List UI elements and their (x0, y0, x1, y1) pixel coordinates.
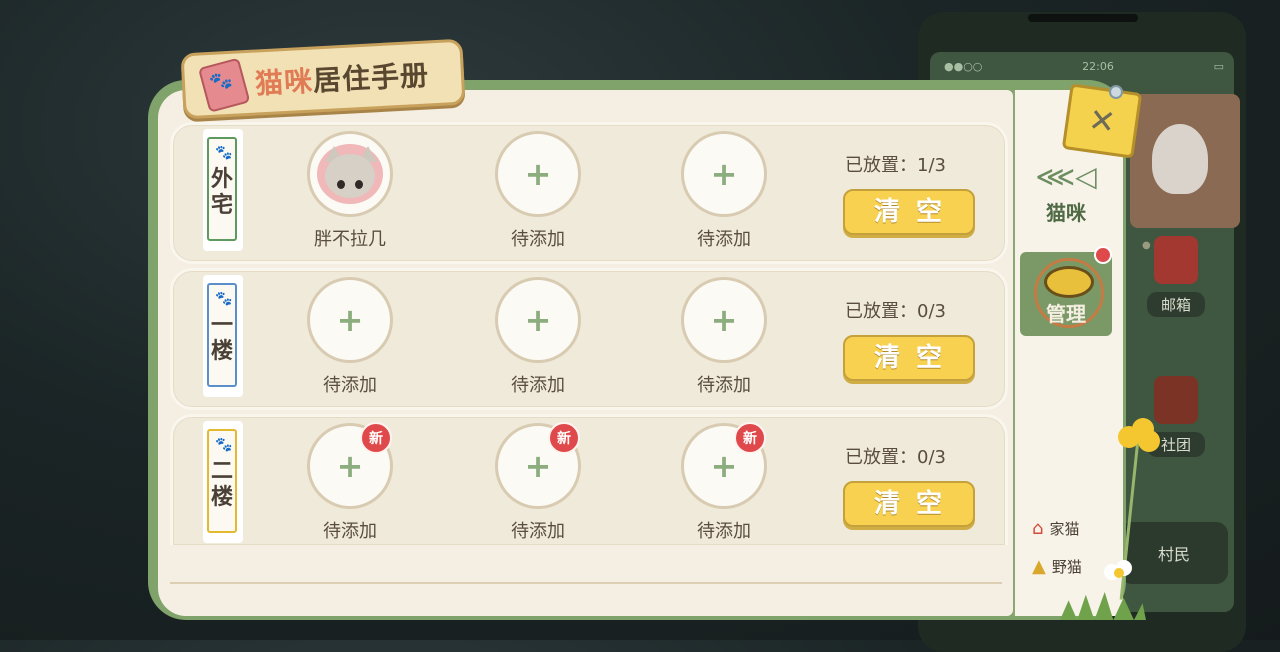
clear-button[interactable]: 清空 (843, 335, 975, 381)
cat-portrait (317, 144, 383, 204)
floor-row-first: 🐾 一楼 + 待添加 + 待添加 + 待添加 已放置：0/3 清空 (170, 268, 1008, 410)
clear-button[interactable]: 清空 (843, 189, 975, 235)
floor-tag-frame: 🐾 外宅 (207, 137, 237, 241)
empty-slot[interactable]: + 待添加 (295, 277, 405, 397)
plus-icon: + (710, 447, 738, 485)
slot-label: 待添加 (697, 521, 751, 542)
phone-character-avatar (1152, 124, 1208, 194)
add-slot-button[interactable]: + 新 (307, 422, 393, 509)
phone-villager-label: 村民 (1157, 545, 1190, 564)
legend-wild-cat: ▲ 野猫 (1032, 556, 1082, 577)
add-slot-button[interactable]: + (681, 277, 767, 363)
floor-tag-label: 一楼 (211, 313, 234, 364)
house-icon: ⌂ (1032, 518, 1044, 539)
tab-cats-label: 猫咪 (1046, 201, 1086, 225)
empty-slot[interactable]: + 新 待添加 (295, 422, 405, 543)
floor-row-outer: 🐾 外宅 胖不拉几 + 待添加 + 待添加 已放置：1/3 清空 (170, 122, 1008, 264)
panel-title: 猫咪居住手册 (254, 53, 430, 102)
plus-icon: + (524, 155, 552, 193)
cat-eye-left (337, 180, 345, 189)
yellow-flower-icon (1118, 418, 1160, 452)
empty-slot[interactable]: + 待添加 (483, 131, 593, 251)
placed-count: 已放置：1/3 (845, 155, 946, 176)
floor-tag-frame: 🐾 一楼 (207, 283, 237, 387)
slot-label: 待添加 (511, 229, 565, 250)
plus-icon: + (524, 301, 552, 339)
slot-label: 待添加 (697, 229, 751, 250)
slot-label: 待添加 (511, 521, 565, 542)
phone-status-bar: ●●○○ 22:06 ▭ (944, 60, 1224, 78)
plus-icon: + (336, 447, 364, 485)
mailbox-icon (1154, 236, 1198, 284)
empty-slot[interactable]: + 待添加 (669, 277, 779, 397)
floor-tag-label: 外宅 (211, 167, 234, 218)
title-rest: 居住手册 (312, 58, 430, 98)
list-bottom-divider (170, 582, 1002, 584)
cat-slot-avatar[interactable] (307, 131, 393, 217)
legend-house-cat: ⌂ 家猫 (1032, 518, 1079, 539)
phone-time: 22:06 (1082, 60, 1114, 73)
new-badge: 新 (548, 422, 580, 454)
paw-icon: 🐾 (215, 145, 233, 161)
plus-icon: + (524, 447, 552, 485)
add-slot-button[interactable]: + (681, 131, 767, 217)
floor-tag: 🐾 一楼 (203, 275, 243, 397)
title-accent: 猫咪 (254, 64, 314, 101)
floor-tag-frame: 🐾 二楼 (207, 429, 237, 533)
white-flower-icon (1104, 560, 1140, 586)
slot-label: 待添加 (323, 375, 377, 396)
plus-icon: + (710, 301, 738, 339)
empty-slot[interactable]: + 新 待添加 (483, 422, 593, 543)
cat-bed-icon (1044, 266, 1094, 298)
slot-label: 胖不拉几 (314, 229, 386, 250)
phone-mailbox-label: 邮箱 (1146, 292, 1205, 317)
phone-notch (1028, 14, 1138, 22)
new-badge: 新 (360, 422, 392, 454)
battery-icon: ▭ (1213, 60, 1224, 73)
signal-icon: ●●○○ (944, 60, 983, 73)
paw-book-icon (197, 57, 251, 113)
add-slot-button[interactable]: + (307, 277, 393, 363)
phone-mailbox-button[interactable]: 邮箱 (1136, 236, 1216, 317)
legend-label: 家猫 (1049, 520, 1080, 538)
placed-count: 已放置：0/3 (845, 301, 946, 322)
tab-manage[interactable]: 管理 (1020, 252, 1112, 336)
slot-label: 待添加 (323, 521, 377, 542)
add-slot-button[interactable]: + (495, 277, 581, 363)
placed-count: 已放置：0/3 (845, 447, 946, 468)
close-button[interactable]: ✕ (1061, 83, 1143, 159)
plus-icon: + (336, 301, 364, 339)
tab-cats[interactable]: ⋘◁ 猫咪 (1020, 160, 1112, 226)
plus-icon: + (710, 155, 738, 193)
slot-label: 待添加 (697, 375, 751, 396)
add-slot-button[interactable]: + (495, 131, 581, 217)
tab-manage-label: 管理 (1046, 302, 1086, 326)
add-slot-button[interactable]: + 新 (681, 422, 767, 509)
floor-tag: 🐾 外宅 (203, 129, 243, 251)
cat-eye-right (355, 180, 363, 189)
empty-slot[interactable]: + 待添加 (669, 131, 779, 251)
empty-slot[interactable]: + 待添加 (483, 277, 593, 397)
floor-tag: 🐾 二楼 (203, 421, 243, 543)
legend-label: 野猫 (1051, 558, 1082, 576)
cat-head (325, 154, 375, 198)
clear-button[interactable]: 清空 (843, 481, 975, 527)
paw-icon: 🐾 (215, 437, 233, 453)
cat-slot[interactable]: 胖不拉几 (295, 131, 405, 251)
empty-slot[interactable]: + 新 待添加 (669, 422, 779, 543)
new-badge: 新 (734, 422, 766, 454)
notification-dot (1094, 246, 1112, 264)
add-slot-button[interactable]: + 新 (495, 422, 581, 509)
close-icon: ✕ (1086, 100, 1118, 142)
paw-icon: 🐾 (215, 291, 233, 307)
tent-icon: ▲ (1032, 556, 1046, 577)
flag-icon (1154, 376, 1198, 424)
floor-row-second: 🐾 二楼 + 新 待添加 + 新 待添加 + 新 待添加 已放置：0/3 清空 (170, 414, 1008, 545)
fishbone-icon: ⋘◁ (1035, 160, 1097, 193)
pin-icon (1109, 85, 1123, 99)
slot-label: 待添加 (511, 375, 565, 396)
floor-tag-label: 二楼 (211, 459, 234, 510)
